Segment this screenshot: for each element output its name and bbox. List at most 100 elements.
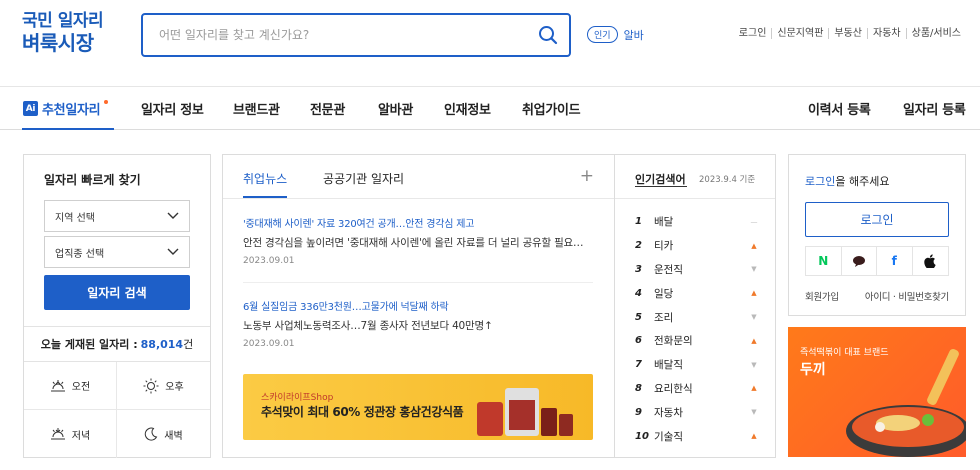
rank-item[interactable]: 1 배달 — [635,210,759,234]
rank-date: 2023.9.4 기준 [699,175,756,185]
rank-keyword[interactable]: 운전직 [654,262,749,277]
rank-separator [615,198,775,199]
rank-item[interactable]: 4 일당 ▲ [635,281,759,305]
trend-up-icon: ▲ [751,289,757,298]
more-plus-icon[interactable]: + [580,166,594,186]
time-morning[interactable]: 오전 [24,362,117,410]
rank-keyword[interactable]: 요리한식 [654,381,749,396]
toplink-goods[interactable]: 상품/서비스 [905,28,966,39]
login-bottom-links: 회원가입 아이디 · 비밀번호찾기 [805,289,949,303]
search-box [141,13,571,57]
trend-down-icon: ▼ [751,408,757,417]
rank-item[interactable]: 5 조리 ▼ [635,305,759,329]
news-headline[interactable]: '중대재해 사이렌' 자료 320여건 공개…안전 경각심 제고 [243,215,593,230]
login-panel: 로그인을 해주세요 로그인 N f 회원가입 아이디 · 비밀번호찾기 [788,154,966,316]
nav-job-register[interactable]: 일자리 등록 [903,99,966,118]
nav-parttime[interactable]: 알바관 [378,99,413,118]
kakao-icon[interactable] [842,247,877,275]
rank-item[interactable]: 3 운전직 ▼ [635,258,759,282]
find-account-link[interactable]: 아이디 · 비밀번호찾기 [865,289,949,303]
rank-title: 인기검색어 [635,173,686,186]
rank-number: 7 [635,359,642,371]
time-afternoon[interactable]: 오후 [117,362,210,410]
rank-keyword[interactable]: 배달 [654,214,749,229]
news-divider [243,282,593,283]
news-headline[interactable]: 6월 실질임금 336만3천원…고물가에 넉달째 하락 [243,298,593,313]
nav-ai-label: 추천일자리 [42,103,101,118]
toplink-car[interactable]: 자동차 [867,28,906,39]
rank-keyword[interactable]: 일당 [654,286,749,301]
rank-item[interactable]: 8 요리한식 ▲ [635,377,759,401]
job-select-label: 업직종 선택 [55,248,105,260]
trend-down-icon: ▼ [751,265,757,274]
chevron-down-icon [167,248,179,255]
popular-keyword[interactable]: 인기 알바 [587,26,644,43]
food-image-icon [846,349,966,457]
popular-badge: 인기 [587,26,618,43]
rank-keyword[interactable]: 자동차 [654,405,749,420]
news-panel: 취업뉴스 공공기관 일자리 + '중대재해 사이렌' 자료 320여건 공개…안… [222,154,615,458]
rank-keyword[interactable]: 배달직 [654,357,749,372]
count-value: 88,014 [140,337,184,351]
login-button[interactable]: 로그인 [805,202,949,237]
rank-keyword[interactable]: 전화문의 [654,333,749,348]
quick-job-search-panel: 일자리 빠르게 찾기 지역 선택 업직종 선택 일자리 검색 오늘 게재된 일자… [23,154,211,458]
naver-icon[interactable]: N [806,247,842,275]
rank-item[interactable]: 7 배달직 ▼ [635,353,759,377]
tab-public-jobs[interactable]: 공공기관 일자리 [323,170,404,187]
new-dot-icon [104,99,109,104]
rank-title-underline [635,186,687,187]
login-prompt: 로그인을 해주세요 [805,173,889,189]
job-search-button[interactable]: 일자리 검색 [44,275,190,310]
popular-keyword-text[interactable]: 알바 [624,27,644,43]
rank-keyword[interactable]: 조리 [654,310,749,325]
sun-icon [143,378,159,393]
nav-guide[interactable]: 취업가이드 [522,99,581,118]
toplink-realestate[interactable]: 부동산 [828,28,867,39]
facebook-icon[interactable]: f [877,247,913,275]
search-input[interactable] [143,15,527,55]
nav-talent[interactable]: 인재정보 [444,99,491,118]
signup-link[interactable]: 회원가입 [805,289,839,303]
nav-brand[interactable]: 브랜드관 [233,99,280,118]
search-icon [539,26,558,45]
rank-item[interactable]: 2 티카 ▲ [635,234,759,258]
promo-banner[interactable]: 스카이라이프Shop 추석맞이 최대 60% 정관장 홍삼건강식품 [243,374,593,440]
time-evening[interactable]: 저녁 [24,410,117,458]
rank-keyword[interactable]: 티카 [654,238,749,253]
chevron-down-icon [167,212,179,219]
rank-item[interactable]: 9 자동차 ▼ [635,400,759,424]
nav-resume-register[interactable]: 이력서 등록 [808,99,871,118]
ai-icon: Ai [23,101,38,116]
news-article[interactable]: '중대재해 사이렌' 자료 320여건 공개…안전 경각심 제고 안전 경각심을… [243,215,593,266]
tab-job-news[interactable]: 취업뉴스 [243,170,287,187]
popular-search-panel: 인기검색어 2023.9.4 기준 1 배달 —2 티카 ▲ 3 운전직 ▼ 4 일당 ▲ 5 조리 ▼ 6… [614,154,776,458]
sunset-icon [50,428,65,440]
trend-down-icon: ▼ [751,360,757,369]
time-evening-label: 저녁 [71,430,91,442]
trend-up-icon: ▲ [751,241,757,250]
rank-keyword[interactable]: 기술직 [654,429,749,444]
site-logo[interactable]: 국민 일자리 벼룩시장 [22,11,104,55]
ad-banner[interactable]: 즉석떡볶이 대표 브랜드 두끼 [788,327,966,457]
search-button[interactable] [527,15,569,55]
region-select[interactable]: 지역 선택 [44,200,190,232]
news-article[interactable]: 6월 실질임금 336만3천원…고물가에 넉달째 하락 노동부 사업체노동력조사… [243,298,593,349]
rank-number: 6 [635,335,642,347]
login-link[interactable]: 로그인 [805,175,835,188]
apple-icon[interactable] [913,247,949,275]
nav-job-info[interactable]: 일자리 정보 [141,99,204,118]
login-prompt-text: 을 해주세요 [835,175,890,188]
news-date: 2023.09.01 [243,339,295,349]
job-category-select[interactable]: 업직종 선택 [44,236,190,268]
rank-number: 3 [635,263,642,275]
news-body: 노동부 사업체노동력조사…7월 종사자 전년보다 40만명↑ [243,320,493,332]
nav-ai-recommend[interactable]: Ai 추천일자리 [23,99,109,118]
toplink-newspaper[interactable]: 신문지역판 [771,28,828,39]
time-dawn[interactable]: 새벽 [117,410,210,458]
toplink-login[interactable]: 로그인 [734,28,772,39]
rank-item[interactable]: 10 기술직 ▲ [635,424,759,448]
nav-expert[interactable]: 전문관 [310,99,345,118]
rank-item[interactable]: 6 전화문의 ▲ [635,329,759,353]
social-login: N f [805,246,949,276]
